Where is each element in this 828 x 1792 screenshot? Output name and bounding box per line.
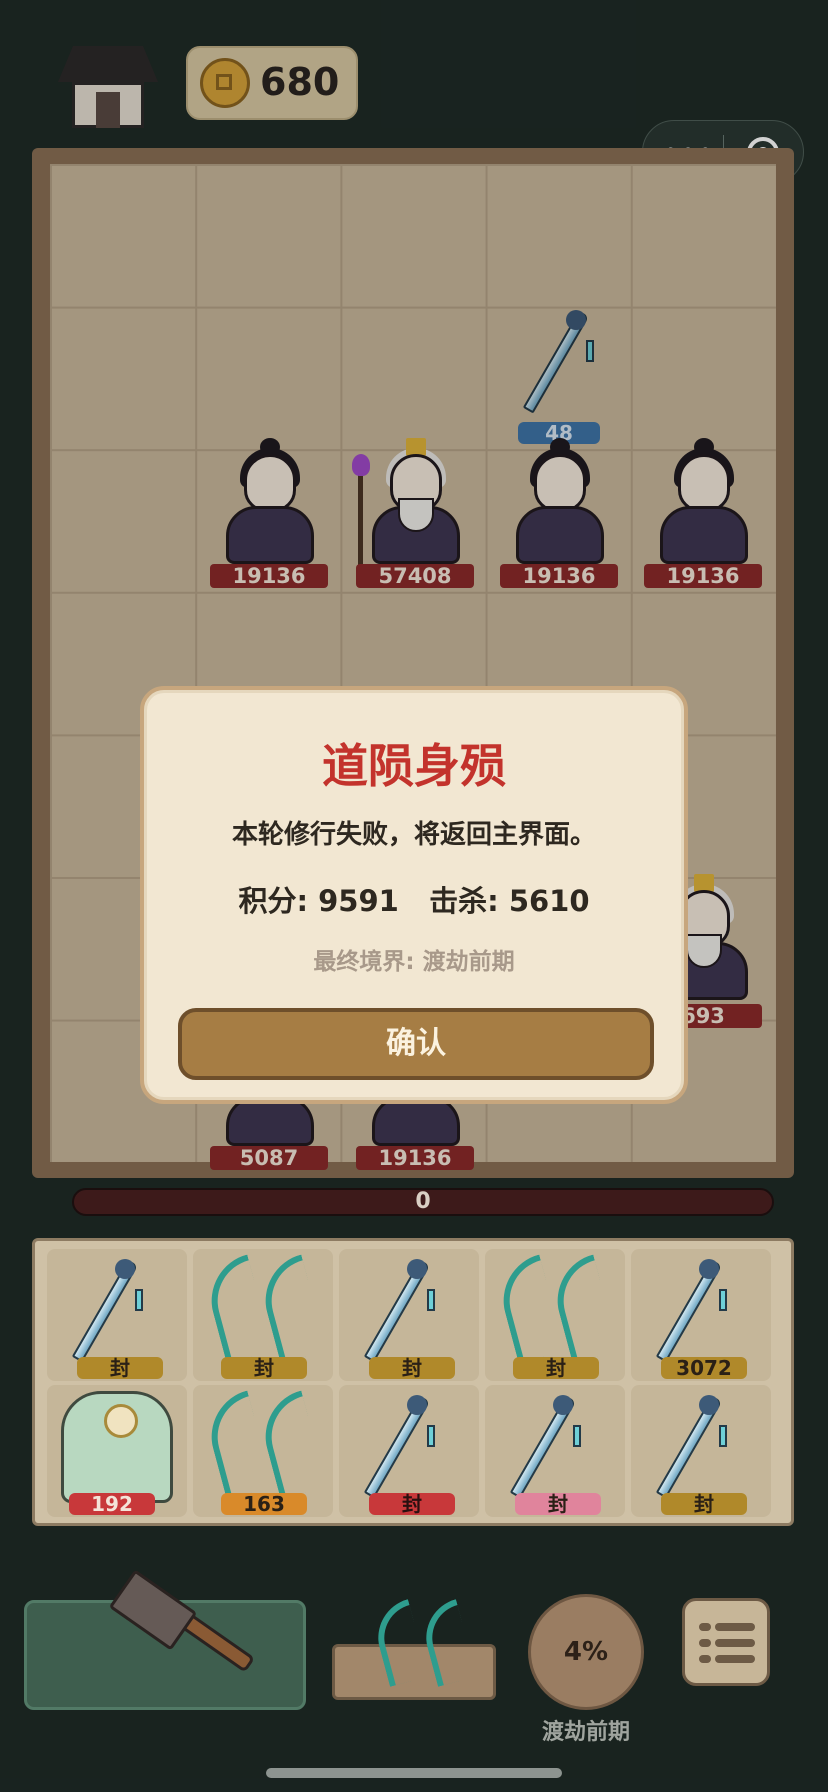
realm-name: 渡劫前期 <box>541 1720 630 1745</box>
inventory-slot[interactable]: 163 <box>193 1385 333 1517</box>
game-over-dialog: 道陨身殒 本轮修行失败，将返回主界面。 积分: 9591 击杀: 5610 最终… <box>140 686 688 1104</box>
inventory-slot[interactable]: 封 <box>339 1249 479 1381</box>
slot-level: 封 <box>515 1493 601 1515</box>
inventory-slot[interactable]: 3072 <box>631 1249 771 1381</box>
forge-hammer-button[interactable] <box>24 1569 306 1710</box>
dialog-message: 本轮修行失败，将返回主界面。 <box>231 820 596 850</box>
weapon-summon-button[interactable] <box>332 1599 496 1700</box>
slot-level: 封 <box>77 1357 163 1379</box>
inventory-slot[interactable]: 封 <box>193 1249 333 1381</box>
menu-list-button[interactable] <box>682 1598 770 1686</box>
wave-progress-bar: 0 <box>72 1188 774 1216</box>
realm-progress-ring[interactable]: 4% <box>528 1594 644 1710</box>
list-icon <box>699 1623 711 1631</box>
wave-progress-value: 0 <box>415 1189 431 1214</box>
slot-level: 封 <box>661 1493 747 1515</box>
inventory-slot[interactable]: 192 <box>47 1385 187 1517</box>
slot-level: 封 <box>221 1357 307 1379</box>
inventory-slot[interactable]: 封 <box>485 1385 625 1517</box>
slot-level: 163 <box>221 1493 307 1515</box>
slot-level: 192 <box>69 1493 155 1515</box>
slot-level: 3072 <box>661 1357 747 1379</box>
slot-level: 封 <box>513 1357 599 1379</box>
inventory-slot[interactable]: 封 <box>631 1385 771 1517</box>
inventory-grid: 封 封 封 封 3072 192 163 封 封 封 <box>32 1238 794 1526</box>
confirm-button[interactable]: 确认 <box>178 1008 654 1080</box>
slot-level: 封 <box>369 1493 455 1515</box>
dialog-stats: 积分: 9591 击杀: 5610 <box>238 884 590 918</box>
inventory-slot[interactable]: 封 <box>485 1249 625 1381</box>
slot-level: 封 <box>369 1357 455 1379</box>
realm-percent: 4% <box>563 1637 609 1667</box>
inventory-slot[interactable]: 封 <box>339 1385 479 1517</box>
robe-item-icon <box>61 1391 173 1503</box>
dialog-final-realm: 最终境界: 渡劫前期 <box>313 949 515 975</box>
inventory-slot[interactable]: 封 <box>47 1249 187 1381</box>
home-indicator <box>266 1768 562 1778</box>
dialog-title: 道陨身殒 <box>322 739 506 793</box>
